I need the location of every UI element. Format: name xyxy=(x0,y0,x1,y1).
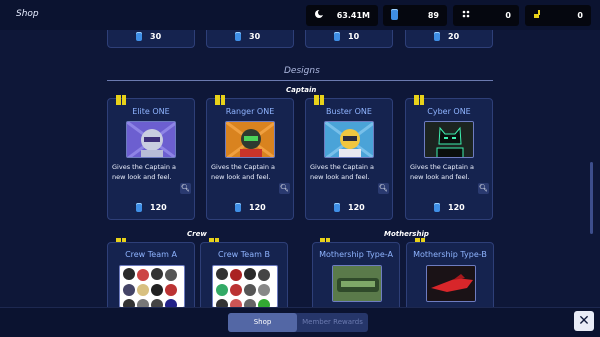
cell-icon xyxy=(391,8,398,23)
item-name: Cyber ONE xyxy=(427,107,471,116)
item-description: Gives the Captain a new look and feel. xyxy=(310,163,375,181)
tab-shop[interactable]: Shop xyxy=(228,313,297,332)
cell-icon xyxy=(434,32,440,41)
section-title-designs: Designs xyxy=(284,66,320,76)
cell-icon xyxy=(434,203,440,212)
item-name: Crew Team A xyxy=(125,250,177,259)
price-value: 20 xyxy=(448,32,460,41)
shop-card[interactable]: 30 xyxy=(107,30,195,48)
crew-b-thumbnail xyxy=(212,265,278,307)
crew-a-thumbnail xyxy=(119,265,185,307)
captain-card-elite[interactable]: Elite ONE Gives the Captain a new look a… xyxy=(107,95,195,220)
mothership-card-type-a[interactable]: Mothership Type-A xyxy=(312,242,400,307)
price-value: 120 xyxy=(150,203,167,212)
ranger-thumbnail xyxy=(225,121,275,158)
dots-icon xyxy=(461,9,471,22)
shop-card[interactable]: 10 xyxy=(305,30,393,48)
mothership-a-thumbnail xyxy=(332,265,382,302)
cell-icon xyxy=(235,203,241,212)
item-description: Gives the Captain a new look and feel. xyxy=(211,163,276,181)
cell-icon xyxy=(334,203,340,212)
flag-icon xyxy=(116,95,126,105)
dots-resource: 0 xyxy=(453,5,519,26)
cell-icon xyxy=(235,32,241,41)
magnify-icon[interactable]: 🔍︎ xyxy=(180,183,191,194)
magnify-icon[interactable]: 🔍︎ xyxy=(478,183,489,194)
captain-card-ranger[interactable]: Ranger ONE Gives the Captain a new look … xyxy=(206,95,294,220)
price: 120 xyxy=(334,203,365,212)
cell-resource: 89 xyxy=(383,5,447,26)
item-name: Mothership Type-B xyxy=(413,250,487,259)
price: 10 xyxy=(334,32,359,41)
cell-icon xyxy=(136,32,142,41)
crew-card-team-a[interactable]: Crew Team A xyxy=(107,242,195,307)
group-title-captain: Captain xyxy=(286,86,317,94)
magnify-icon[interactable]: 🔍︎ xyxy=(378,183,389,194)
flag-icon xyxy=(215,95,225,105)
bottom-bar: Shop Member Rewards xyxy=(0,307,600,337)
price-value: 30 xyxy=(150,32,162,41)
key-icon xyxy=(533,9,543,22)
price-value: 120 xyxy=(348,203,365,212)
shop-card[interactable]: 20 xyxy=(405,30,493,48)
item-name: Mothership Type-A xyxy=(319,250,393,259)
shop-card[interactable]: 30 xyxy=(206,30,294,48)
mothership-card-type-b[interactable]: Mothership Type-B xyxy=(406,242,494,307)
key-value: 0 xyxy=(577,11,583,20)
price-value: 30 xyxy=(249,32,261,41)
captain-card-cyber[interactable]: Cyber ONE Gives the Captain a new look a… xyxy=(405,95,493,220)
top-bar: Shop 63.41M 89 0 0 xyxy=(0,0,600,30)
cell-icon xyxy=(136,203,142,212)
price: 120 xyxy=(136,203,167,212)
page-title: Shop xyxy=(16,9,39,19)
scrollbar[interactable] xyxy=(590,162,593,234)
price: 30 xyxy=(136,32,161,41)
group-title-crew: Crew xyxy=(187,230,207,238)
price: 30 xyxy=(235,32,260,41)
moon-value: 63.41M xyxy=(336,11,370,20)
elite-thumbnail xyxy=(126,121,176,158)
price: 20 xyxy=(434,32,459,41)
price-value: 120 xyxy=(448,203,465,212)
moon-resource: 63.41M xyxy=(306,5,378,26)
mothership-b-thumbnail xyxy=(426,265,476,302)
moon-icon xyxy=(314,9,324,22)
item-description: Gives the Captain a new look and feel. xyxy=(410,163,475,181)
item-name: Ranger ONE xyxy=(225,107,275,116)
item-name: Elite ONE xyxy=(132,107,170,116)
price: 120 xyxy=(235,203,266,212)
section-divider xyxy=(107,80,493,81)
captain-card-buster[interactable]: Buster ONE Gives the Captain a new look … xyxy=(305,95,393,220)
dots-value: 0 xyxy=(505,11,511,20)
tab-member-rewards[interactable]: Member Rewards xyxy=(297,313,368,332)
close-icon: ✕ xyxy=(578,313,590,329)
cell-icon xyxy=(334,32,340,41)
cell-value: 89 xyxy=(427,11,439,20)
price: 120 xyxy=(434,203,465,212)
buster-thumbnail xyxy=(324,121,374,158)
flag-icon xyxy=(314,95,324,105)
crew-card-team-b[interactable]: Crew Team B xyxy=(200,242,288,307)
price-value: 120 xyxy=(249,203,266,212)
flag-icon xyxy=(414,95,424,105)
tab-bar: Shop Member Rewards xyxy=(228,313,368,332)
cyber-thumbnail xyxy=(424,121,474,158)
close-button[interactable]: ✕ xyxy=(574,311,594,331)
group-title-mothership: Mothership xyxy=(384,230,429,238)
magnify-icon[interactable]: 🔍︎ xyxy=(279,183,290,194)
item-description: Gives the Captain a new look and feel. xyxy=(112,163,177,181)
item-name: Buster ONE xyxy=(326,107,372,116)
shop-content: 30 30 10 20 Designs Captain Elite ONE Gi… xyxy=(0,30,600,307)
price-value: 10 xyxy=(348,32,360,41)
key-resource: 0 xyxy=(525,5,591,26)
item-name: Crew Team B xyxy=(218,250,270,259)
